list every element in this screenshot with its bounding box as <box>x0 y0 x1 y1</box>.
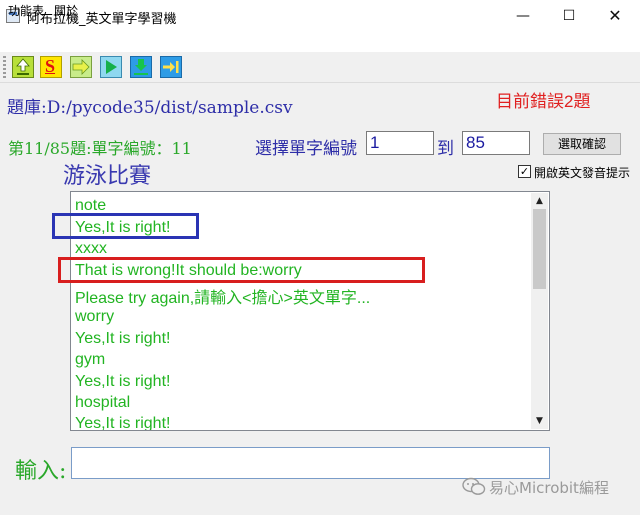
highlight-box-wrong <box>58 257 425 283</box>
list-item[interactable]: Yes,It is right! <box>75 330 170 348</box>
upload-icon[interactable] <box>12 56 34 78</box>
scroll-up-arrow[interactable]: ▲ <box>531 193 548 209</box>
close-button[interactable]: ✕ <box>592 0 638 32</box>
progress-label: 第11/85題:單字編號：11 <box>8 139 192 158</box>
answer-input[interactable] <box>71 447 550 479</box>
list-item[interactable]: Yes,It is right! <box>75 415 170 430</box>
list-item[interactable]: hospital <box>75 394 130 412</box>
maximize-button[interactable]: ☐ <box>546 0 592 32</box>
wechat-icon <box>462 477 486 497</box>
scroll-thumb[interactable] <box>533 209 546 289</box>
window-title: 阿布拉機_英文單字學習機 <box>27 12 177 27</box>
to-label: 到 <box>437 139 454 159</box>
toolbar-grip[interactable] <box>3 56 6 78</box>
menu-item-functions[interactable]: 功能表 <box>8 2 44 19</box>
scroll-down-arrow[interactable]: ▼ <box>531 413 548 429</box>
toolbar <box>0 52 640 83</box>
select-word-label: 選擇單字編號 <box>255 139 357 159</box>
watermark: 易心Microbit編程 <box>489 479 609 497</box>
list-item[interactable]: worry <box>75 308 114 326</box>
question-bank-label: 題庫:D:/pycode35/dist/sample.csv <box>7 98 293 118</box>
list-item[interactable]: Please try again,請輸入<擔心>英文單字... <box>75 284 370 308</box>
s-letter-glyph: S <box>45 56 56 76</box>
skip-to-end-icon[interactable] <box>160 56 182 78</box>
menu-item-about[interactable]: 關於 <box>54 2 78 19</box>
input-label: 輸入: <box>15 459 67 484</box>
menu-bar <box>0 32 640 52</box>
confirm-selection-button[interactable]: 選取確認 <box>543 133 621 155</box>
play-icon[interactable] <box>100 56 122 78</box>
download-icon[interactable] <box>130 56 152 78</box>
arrow-right-icon[interactable] <box>70 56 92 78</box>
from-number-input[interactable]: 1 <box>366 131 434 155</box>
error-count-label: 目前錯誤2題 <box>496 92 591 111</box>
list-item[interactable]: xxxx <box>75 240 107 258</box>
list-item[interactable]: Yes,It is right! <box>75 373 170 391</box>
list-item[interactable]: gym <box>75 351 105 369</box>
s-letter-icon[interactable]: S <box>40 56 62 78</box>
highlight-box-correct <box>52 213 199 239</box>
tts-checkbox[interactable]: ✓ <box>518 165 531 178</box>
to-number-input[interactable]: 85 <box>462 131 530 155</box>
chinese-word-prompt: 游泳比賽 <box>63 164 152 189</box>
tts-checkbox-label[interactable]: 開啟英文發音提示 <box>534 164 630 181</box>
minimize-button[interactable]: — <box>500 0 546 32</box>
